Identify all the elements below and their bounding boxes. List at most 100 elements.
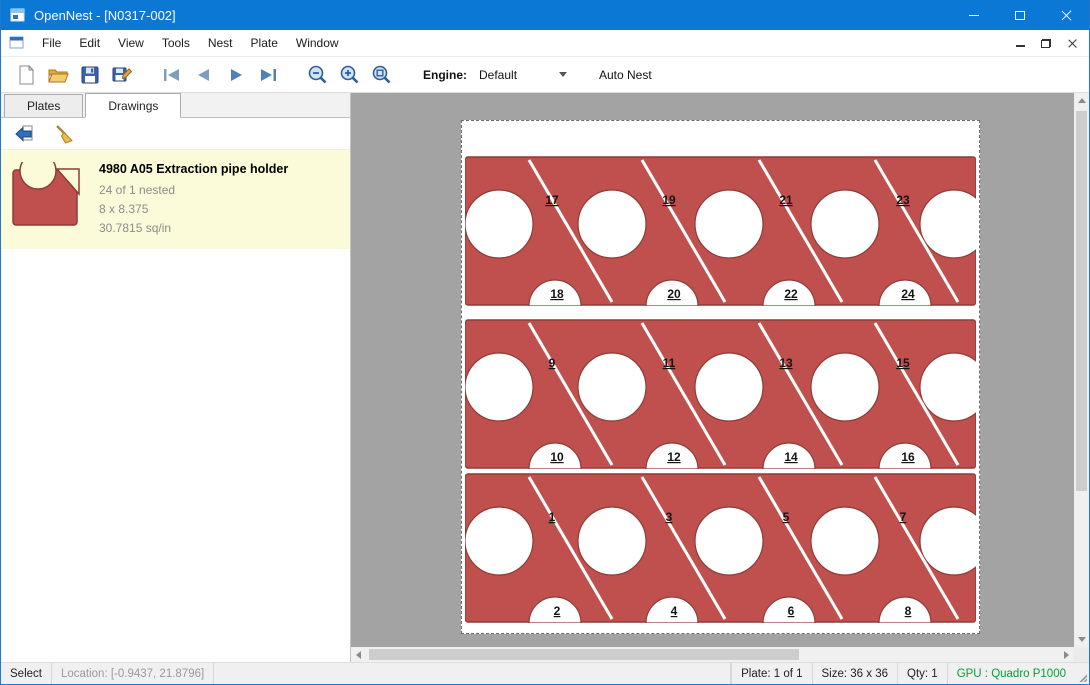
part-circle-cutout bbox=[695, 353, 763, 421]
scroll-right-button[interactable] bbox=[1059, 647, 1074, 662]
content-area: Plates Drawings bbox=[1, 93, 1089, 662]
next-arrow-icon bbox=[224, 64, 248, 86]
mdi-child-controls bbox=[1009, 33, 1089, 53]
first-plate-button[interactable] bbox=[157, 60, 187, 90]
mdi-restore-button[interactable] bbox=[1035, 33, 1057, 53]
part-number-label[interactable]: 7 bbox=[900, 510, 907, 524]
status-mode: Select bbox=[1, 663, 52, 684]
drawing-dimensions: 8 x 8.375 bbox=[99, 199, 288, 218]
part-circle-cutout bbox=[695, 190, 763, 258]
tab-drawings[interactable]: Drawings bbox=[85, 93, 181, 118]
part-number-label[interactable]: 2 bbox=[554, 604, 561, 618]
part-number-label[interactable]: 19 bbox=[662, 193, 676, 207]
mdi-minimize-button[interactable] bbox=[1009, 33, 1031, 53]
menu-view[interactable]: View bbox=[109, 32, 153, 54]
next-plate-button[interactable] bbox=[221, 60, 251, 90]
resize-grip[interactable] bbox=[1075, 663, 1089, 684]
mdi-minimize-icon bbox=[1016, 45, 1025, 47]
part-circle-cutout bbox=[578, 353, 646, 421]
part-number-label[interactable]: 8 bbox=[905, 604, 912, 618]
part-thumbnail bbox=[11, 162, 85, 237]
sidebar: Plates Drawings bbox=[1, 93, 351, 662]
new-button[interactable] bbox=[11, 60, 41, 90]
part-number-label[interactable]: 13 bbox=[779, 356, 793, 370]
nested-parts-band[interactable]: 17 19 21 23 18 20 22 24 bbox=[465, 157, 979, 306]
nested-parts-band[interactable]: 9 11 13 15 10 12 14 16 bbox=[465, 320, 979, 469]
nested-parts-band[interactable]: 1 3 5 7 2 4 6 8 bbox=[465, 474, 979, 623]
part-number-label[interactable]: 3 bbox=[666, 510, 673, 524]
status-location: Location: [-0.9437, 21.8796] bbox=[52, 663, 214, 684]
broom-icon bbox=[53, 123, 75, 145]
drawing-area: 30.7815 sq/in bbox=[99, 218, 288, 237]
part-number-label[interactable]: 16 bbox=[901, 450, 915, 464]
part-circle-cutout bbox=[465, 190, 533, 258]
part-number-label[interactable]: 17 bbox=[545, 193, 559, 207]
status-gpu: GPU : Quadro P1000 bbox=[947, 663, 1075, 684]
part-number-label[interactable]: 11 bbox=[663, 356, 676, 370]
part-number-label[interactable]: 12 bbox=[667, 450, 681, 464]
part-number-label[interactable]: 1 bbox=[549, 510, 556, 524]
part-circle-cutout bbox=[465, 507, 533, 575]
plate[interactable]: 171921231820222491113151012141613572468 bbox=[461, 120, 980, 634]
part-number-label[interactable]: 5 bbox=[783, 510, 790, 524]
scroll-left-button[interactable] bbox=[351, 647, 366, 662]
drawing-list-item[interactable]: 4980 A05 Extraction pipe holder 24 of 1 … bbox=[1, 150, 350, 249]
part-number-label[interactable]: 20 bbox=[667, 287, 681, 301]
mdi-restore-icon bbox=[1041, 39, 1051, 48]
part-number-label[interactable]: 6 bbox=[788, 604, 795, 618]
scroll-down-button[interactable] bbox=[1074, 632, 1089, 647]
close-button[interactable] bbox=[1043, 0, 1089, 30]
import-drawing-button[interactable] bbox=[9, 121, 39, 147]
menu-edit[interactable]: Edit bbox=[70, 32, 109, 54]
engine-selected-value: Default bbox=[479, 68, 517, 82]
part-number-label[interactable]: 18 bbox=[550, 287, 564, 301]
part-number-label[interactable]: 9 bbox=[549, 356, 556, 370]
drawing-nested-count: 24 of 1 nested bbox=[99, 180, 288, 199]
part-number-label[interactable]: 14 bbox=[784, 450, 798, 464]
engine-label: Engine: bbox=[423, 68, 467, 82]
drawings-toolbar bbox=[1, 118, 350, 150]
open-button[interactable] bbox=[43, 60, 73, 90]
vertical-scrollbar[interactable] bbox=[1074, 93, 1089, 647]
tab-plates[interactable]: Plates bbox=[4, 94, 83, 117]
nested-parts-drawing: 171921231820222491113151012141613572468 bbox=[462, 121, 979, 633]
horizontal-scrollbar[interactable] bbox=[351, 647, 1074, 662]
menu-plate[interactable]: Plate bbox=[242, 32, 287, 54]
part-number-label[interactable]: 23 bbox=[896, 193, 910, 207]
nesting-canvas[interactable]: 171921231820222491113151012141613572468 bbox=[351, 93, 1089, 662]
last-arrow-icon bbox=[256, 64, 280, 86]
part-number-label[interactable]: 4 bbox=[671, 604, 678, 618]
status-qty: Qty: 1 bbox=[897, 663, 947, 684]
last-plate-button[interactable] bbox=[253, 60, 283, 90]
zoom-in-button[interactable] bbox=[335, 60, 365, 90]
menu-tools[interactable]: Tools bbox=[153, 32, 199, 54]
previous-plate-button[interactable] bbox=[189, 60, 219, 90]
save-as-button[interactable] bbox=[107, 60, 137, 90]
part-number-label[interactable]: 10 bbox=[550, 450, 564, 464]
engine-select[interactable]: Default bbox=[473, 65, 573, 85]
part-number-label[interactable]: 22 bbox=[784, 287, 798, 301]
part-number-label[interactable]: 21 bbox=[779, 193, 793, 207]
mdi-close-icon bbox=[1067, 38, 1078, 49]
scrollbar-corner bbox=[1074, 647, 1089, 662]
part-number-label[interactable]: 15 bbox=[896, 356, 910, 370]
clear-drawings-button[interactable] bbox=[49, 121, 79, 147]
statusbar: Select Location: [-0.9437, 21.8796] Plat… bbox=[1, 662, 1089, 684]
menu-file[interactable]: File bbox=[33, 32, 70, 54]
main-toolbar: Engine: Default Auto Nest bbox=[1, 57, 1089, 93]
part-number-label[interactable]: 24 bbox=[901, 287, 915, 301]
zoom-fit-button[interactable] bbox=[367, 60, 397, 90]
import-arrow-icon bbox=[13, 123, 35, 145]
minimize-button[interactable] bbox=[951, 0, 997, 30]
horizontal-scrollbar-thumb[interactable] bbox=[369, 649, 799, 660]
vertical-scrollbar-thumb[interactable] bbox=[1076, 111, 1087, 491]
menu-window[interactable]: Window bbox=[287, 32, 348, 54]
maximize-button[interactable] bbox=[997, 0, 1043, 30]
zoom-out-button[interactable] bbox=[303, 60, 333, 90]
auto-nest-button[interactable]: Auto Nest bbox=[591, 64, 660, 86]
scroll-up-button[interactable] bbox=[1074, 93, 1089, 108]
save-icon bbox=[79, 64, 101, 86]
save-button[interactable] bbox=[75, 60, 105, 90]
mdi-close-button[interactable] bbox=[1061, 33, 1083, 53]
menu-nest[interactable]: Nest bbox=[199, 32, 242, 54]
